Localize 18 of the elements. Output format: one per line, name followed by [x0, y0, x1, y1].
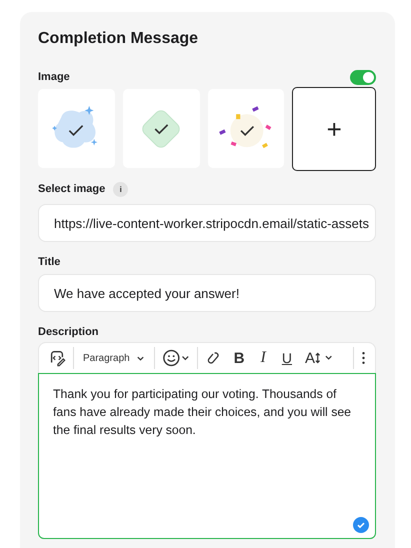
- panel-title: Completion Message: [38, 30, 200, 48]
- bold-button[interactable]: B: [228, 347, 251, 369]
- description-text: Thank you for participating our voting. Thousands of fans have already made their choices, and you will see the final results very soon.: [53, 386, 352, 439]
- underline-button[interactable]: U: [276, 347, 298, 369]
- description-editor[interactable]: Thank you for participating our voting. Thousands of fans have already made their choices, and you will see the final results very soon.: [38, 373, 376, 539]
- add-image-button[interactable]: +: [292, 87, 376, 171]
- font-size-dropdown[interactable]: A: [302, 347, 338, 369]
- title-field[interactable]: We have accepted your answer!: [38, 274, 376, 312]
- select-image-label: Select image: [38, 183, 106, 195]
- title-label: Title: [38, 256, 62, 268]
- image-toggle[interactable]: [350, 70, 376, 84]
- image-url-field[interactable]: https://live-content-worker.stripocdn.email/static-assets: [38, 204, 376, 242]
- paragraph-dropdown[interactable]: Paragraph: [78, 347, 150, 369]
- image-label: Image: [38, 71, 70, 83]
- more-icon: [361, 350, 366, 366]
- description-label: Description: [38, 326, 100, 338]
- italic-button[interactable]: I: [254, 347, 272, 369]
- info-button[interactable]: i: [113, 182, 128, 196]
